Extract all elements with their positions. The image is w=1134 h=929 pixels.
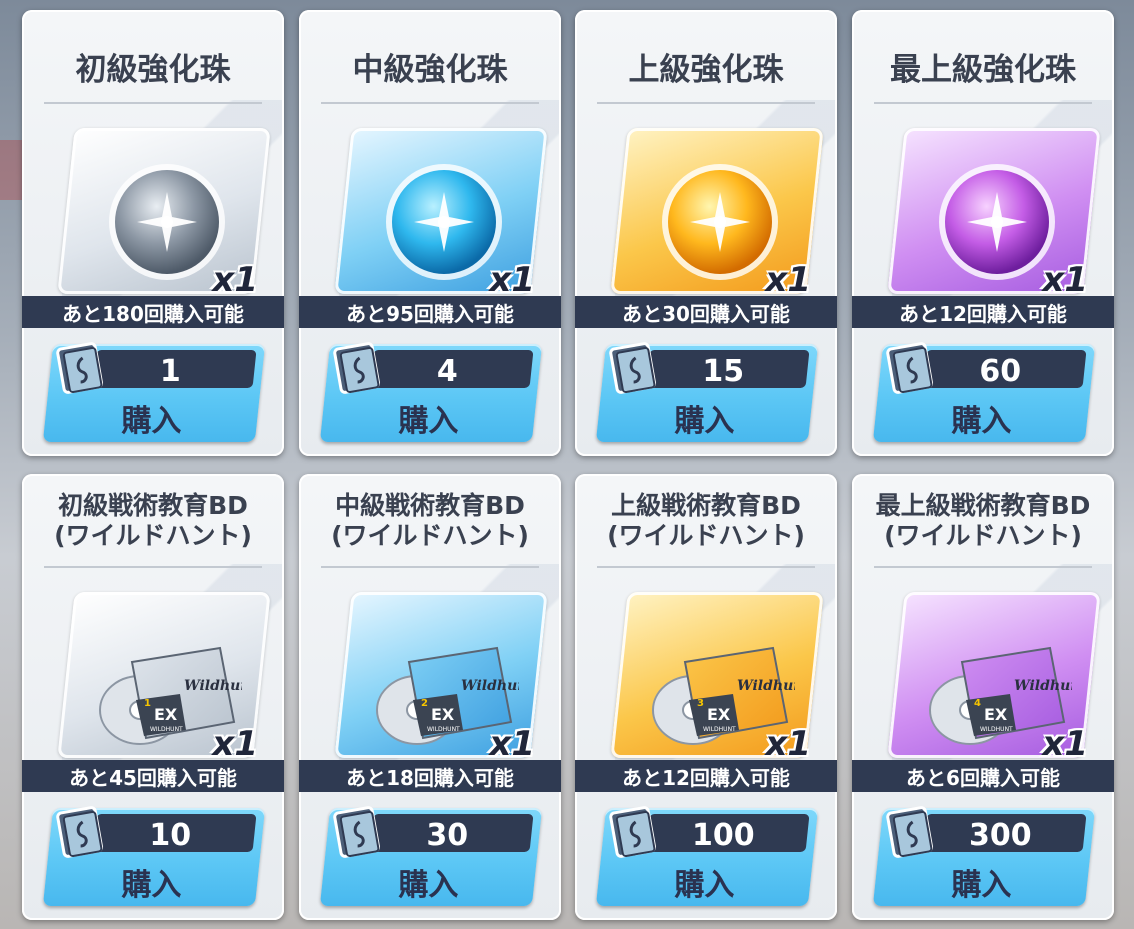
purchase-limit-label: あと12回購入可能 xyxy=(575,760,837,792)
divider xyxy=(597,102,815,104)
divider xyxy=(597,566,815,568)
item-name: 中級強化珠 xyxy=(352,51,508,88)
buy-button[interactable]: 10 購入 xyxy=(42,806,266,906)
buy-button-label: 購入 xyxy=(674,404,735,439)
divider xyxy=(321,566,539,568)
price-value: 100 xyxy=(691,817,755,853)
buy-button-label: 購入 xyxy=(674,868,735,903)
grade-number: 3 xyxy=(697,698,704,709)
item-name: 上級強化珠 xyxy=(628,51,784,88)
price-value: 60 xyxy=(979,353,1022,389)
item-name: 初級戦術教育BD (ワイルドハント) xyxy=(54,491,252,550)
shop-item-card[interactable]: 初級強化珠 x1 あと180回購入可能 1 購入 xyxy=(22,10,284,456)
buy-button-label: 購入 xyxy=(398,868,459,903)
buy-button-label: 購入 xyxy=(121,868,182,903)
grade-number: 2 xyxy=(421,698,428,709)
item-name: 最上級戦術教育BD (ワイルドハント) xyxy=(875,491,1091,550)
wildhunt-subtext: WILDHUNT xyxy=(980,726,1013,733)
purchase-limit-label: あと30回購入可能 xyxy=(575,296,837,328)
buy-button-label: 購入 xyxy=(121,404,182,439)
quantity-label: x1 xyxy=(489,260,535,300)
ex-badge-text: EX xyxy=(707,705,731,724)
quantity-label: x1 xyxy=(212,724,258,764)
purchase-limit-label: あと45回購入可能 xyxy=(22,760,284,792)
divider xyxy=(874,566,1092,568)
buy-button[interactable]: 100 購入 xyxy=(595,806,819,906)
wildhunt-logo-text: Wildhunt xyxy=(1014,678,1072,694)
grade-number: 1 xyxy=(144,698,151,709)
divider xyxy=(321,102,539,104)
wildhunt-logo-text: Wildhunt xyxy=(461,678,519,694)
buy-button[interactable]: 15 購入 xyxy=(595,342,819,442)
item-name: 上級戦術教育BD (ワイルドハント) xyxy=(607,491,805,550)
shop-item-card[interactable]: 最上級戦術教育BD (ワイルドハント) EX4 WILDHUNT Wildhunt x1… xyxy=(852,474,1114,920)
buy-button[interactable]: 30 購入 xyxy=(319,806,543,906)
quantity-label: x1 xyxy=(489,724,535,764)
purchase-limit-label: あと95回購入可能 xyxy=(299,296,561,328)
wildhunt-subtext: WILDHUNT xyxy=(150,726,183,733)
purchase-limit-label: あと6回購入可能 xyxy=(852,760,1114,792)
wildhunt-logo-text: Wildhunt xyxy=(737,678,795,694)
wildhunt-subtext: WILDHUNT xyxy=(703,726,736,733)
price-value: 4 xyxy=(436,353,458,389)
shop-item-card[interactable]: 初級戦術教育BD (ワイルドハント) EX1 WILDHUNT Wildhunt x1あ… xyxy=(22,474,284,920)
divider xyxy=(44,102,262,104)
divider xyxy=(44,566,262,568)
shop-item-card[interactable]: 最上級強化珠 x1 あと12回購入可能 60 購入 xyxy=(852,10,1114,456)
buy-button[interactable]: 60 購入 xyxy=(872,342,1096,442)
shop-item-grid: 初級強化珠 x1 あと180回購入可能 1 購入 中級強化珠 x1 あと95回購入可能 4 購入上… xyxy=(0,0,1134,929)
shop-item-card[interactable]: 中級戦術教育BD (ワイルドハント) EX2 WILDHUNT Wildhunt x1あ… xyxy=(299,474,561,920)
buy-button-label: 購入 xyxy=(398,404,459,439)
wildhunt-subtext: WILDHUNT xyxy=(427,726,460,733)
grade-number: 4 xyxy=(974,698,981,709)
price-value: 1 xyxy=(159,353,181,389)
item-name: 初級強化珠 xyxy=(75,51,231,88)
shop-item-card[interactable]: 中級強化珠 x1 あと95回購入可能 4 購入 xyxy=(299,10,561,456)
ex-badge-text: EX xyxy=(431,705,455,724)
price-value: 300 xyxy=(968,817,1032,853)
price-value: 15 xyxy=(702,353,745,389)
quantity-label: x1 xyxy=(212,260,258,300)
price-value: 10 xyxy=(149,817,192,853)
shop-item-card[interactable]: 上級強化珠 x1 あと30回購入可能 15 購入 xyxy=(575,10,837,456)
price-value: 30 xyxy=(426,817,469,853)
buy-button-label: 購入 xyxy=(951,404,1012,439)
quantity-label: x1 xyxy=(1042,724,1088,764)
wildhunt-logo-text: Wildhunt xyxy=(184,678,242,694)
quantity-label: x1 xyxy=(765,260,811,300)
item-name: 中級戦術教育BD (ワイルドハント) xyxy=(331,491,529,550)
divider xyxy=(874,102,1092,104)
quantity-label: x1 xyxy=(765,724,811,764)
buy-button[interactable]: 1 購入 xyxy=(42,342,266,442)
buy-button[interactable]: 4 購入 xyxy=(319,342,543,442)
buy-button-label: 購入 xyxy=(951,868,1012,903)
ex-badge-text: EX xyxy=(154,705,178,724)
shop-item-card[interactable]: 上級戦術教育BD (ワイルドハント) EX3 WILDHUNT Wildhunt x1あ… xyxy=(575,474,837,920)
ex-badge-text: EX xyxy=(984,705,1008,724)
purchase-limit-label: あと12回購入可能 xyxy=(852,296,1114,328)
buy-button[interactable]: 300 購入 xyxy=(872,806,1096,906)
item-name: 最上級強化珠 xyxy=(890,51,1076,88)
purchase-limit-label: あと18回購入可能 xyxy=(299,760,561,792)
purchase-limit-label: あと180回購入可能 xyxy=(22,296,284,328)
quantity-label: x1 xyxy=(1042,260,1088,300)
